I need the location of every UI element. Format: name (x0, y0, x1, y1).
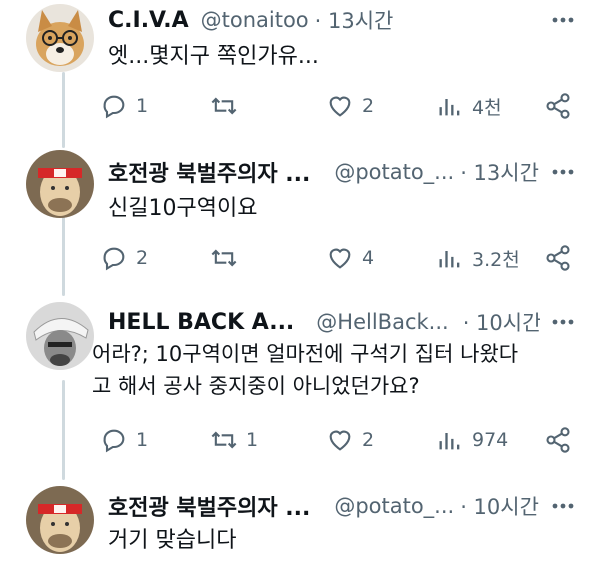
views-count: 974 (472, 429, 509, 451)
headband-man-avatar-icon (26, 150, 94, 218)
tweet[interactable]: 호전광 북벌주의자 ... @potato_... · 13시간 신길10구역이… (0, 146, 600, 290)
retweet-icon (211, 97, 237, 115)
like-count: 2 (362, 95, 375, 117)
more-options-button[interactable] (548, 157, 578, 187)
reply-button[interactable]: 1 (100, 420, 148, 460)
share-button[interactable] (544, 420, 572, 460)
display-name[interactable]: C.I.V.A (108, 8, 189, 33)
avatar[interactable] (26, 486, 94, 554)
views-button[interactable]: 4천 (436, 86, 502, 126)
retweet-button[interactable] (210, 238, 246, 278)
reply-count: 1 (136, 429, 149, 451)
avatar[interactable] (26, 150, 94, 218)
reply-count: 1 (136, 95, 149, 117)
grayscale-man-avatar-icon (26, 302, 94, 370)
avatar[interactable] (26, 302, 94, 370)
timestamp[interactable]: · 10시간 (463, 307, 540, 337)
retweet-count: 1 (246, 429, 259, 451)
share-icon (546, 93, 570, 119)
tweet-text: 거기 맞습니다 (108, 528, 237, 553)
tweet-header: 호전광 북벌주의자 ... @potato_... · 13시간 (108, 152, 540, 192)
like-button[interactable]: 4 (326, 238, 374, 278)
tweet-text: 신길10구역이요 (108, 196, 258, 221)
user-handle[interactable]: @tonaitoo (201, 8, 309, 32)
shiba-dog-avatar-icon (26, 4, 94, 72)
heart-icon (329, 96, 351, 117)
avatar[interactable] (26, 4, 94, 72)
share-button[interactable] (544, 238, 572, 278)
tweet[interactable]: 호전광 북벌주의자 ... @potato_... · 10시간 거기 맞습니다 (0, 482, 600, 562)
display-name[interactable]: 호전광 북벌주의자 ... (108, 490, 310, 522)
views-button[interactable]: 3.2천 (436, 238, 520, 278)
more-dots-icon (552, 17, 574, 23)
display-name[interactable]: 호전광 북벌주의자 ... (108, 156, 310, 188)
like-count: 4 (362, 247, 375, 269)
reply-button[interactable]: 2 (100, 238, 148, 278)
retweet-button[interactable] (210, 86, 246, 126)
views-count: 3.2천 (472, 248, 520, 271)
timestamp[interactable]: · 13시간 (460, 157, 539, 187)
user-handle[interactable]: @HellBack... (316, 310, 448, 334)
more-options-button[interactable] (548, 5, 578, 35)
timestamp[interactable]: · 10시간 (460, 491, 539, 521)
views-icon (439, 99, 460, 116)
like-count: 2 (362, 429, 375, 451)
more-dots-icon (552, 319, 574, 325)
heart-icon (329, 430, 351, 451)
retweet-icon (211, 249, 237, 267)
share-button[interactable] (544, 86, 572, 126)
display-name[interactable]: HELL BACK A... (108, 310, 294, 335)
like-button[interactable]: 2 (326, 86, 374, 126)
reply-count: 2 (136, 247, 149, 269)
retweet-button[interactable]: 1 (210, 420, 258, 460)
reply-icon (103, 95, 125, 119)
tweet-text-line: 어라?; 10구역이면 얼마전에 구석기 집터 나왔다 (92, 342, 519, 366)
action-bar: 2 4 3.2천 (100, 238, 580, 278)
tweet[interactable]: HELL BACK A... @HellBack... · 10시간 어라?; … (0, 296, 600, 476)
user-handle[interactable]: @potato_... (334, 494, 454, 518)
like-button[interactable]: 2 (326, 420, 374, 460)
timestamp[interactable]: · 13시간 (315, 5, 394, 35)
views-button[interactable]: 974 (436, 420, 508, 460)
headband-man-avatar-icon (26, 486, 94, 554)
retweet-icon (211, 431, 237, 449)
share-icon (546, 427, 570, 453)
views-icon (439, 433, 460, 450)
more-dots-icon (552, 503, 574, 509)
action-bar: 1 2 4천 (100, 86, 580, 126)
tweet[interactable]: C.I.V.A @tonaitoo · 13시간 엣...몇지구 쪽인가유...… (0, 0, 600, 140)
reply-icon (103, 247, 125, 271)
user-handle[interactable]: @potato_... (334, 160, 454, 184)
views-count: 4천 (472, 96, 502, 119)
reply-button[interactable]: 1 (100, 86, 148, 126)
action-bar: 1 1 2 974 (100, 420, 580, 460)
tweet-text: 엣...몇지구 쪽인가유... (108, 44, 319, 69)
tweet-text-line: 고 해서 공사 중지중이 아니었던가요? (92, 374, 420, 398)
tweet-header: C.I.V.A @tonaitoo · 13시간 (108, 0, 540, 40)
reply-icon (103, 429, 125, 453)
tweet-header: HELL BACK A... @HellBack... · 10시간 (108, 302, 540, 342)
tweet-header: 호전광 북벌주의자 ... @potato_... · 10시간 (108, 486, 540, 526)
tweet-text: 어라?; 10구역이면 얼마전에 구석기 집터 나왔다 고 해서 공사 중지중이… (92, 338, 570, 402)
more-dots-icon (552, 169, 574, 175)
heart-icon (329, 248, 351, 269)
more-options-button[interactable] (548, 491, 578, 521)
more-options-button[interactable] (548, 307, 578, 337)
views-icon (439, 251, 460, 268)
share-icon (546, 245, 570, 271)
